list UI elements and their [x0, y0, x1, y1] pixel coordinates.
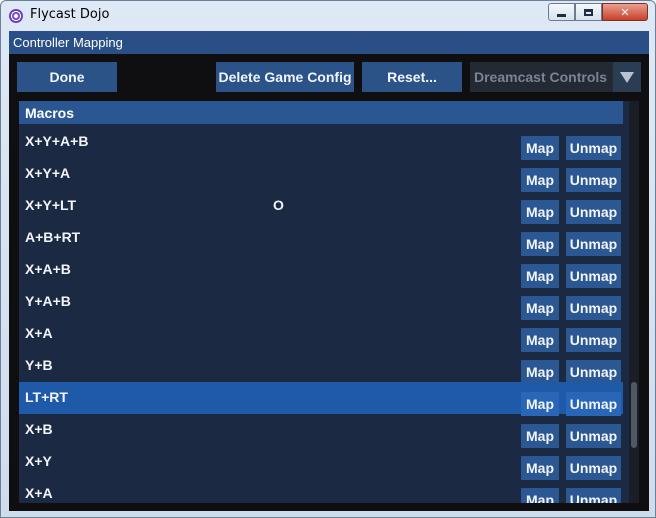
map-button[interactable]: Map	[521, 168, 559, 192]
unmap-button[interactable]: Unmap	[566, 456, 621, 480]
macro-label: X+A	[25, 325, 53, 341]
flycast-logo-icon	[9, 9, 23, 23]
macro-label: X+A	[25, 485, 53, 501]
table-row[interactable]: X+A Map Unmap	[19, 318, 625, 352]
table-row[interactable]: Y+A+B Map Unmap	[19, 286, 625, 320]
unmap-button[interactable]: Unmap	[566, 296, 621, 320]
maximize-button[interactable]	[575, 3, 602, 21]
controls-select-value: Dreamcast Controls	[474, 69, 608, 85]
unmap-button[interactable]: Unmap	[566, 264, 621, 288]
map-button[interactable]: Map	[521, 488, 559, 503]
unmap-button[interactable]: Unmap	[566, 200, 621, 224]
maximize-icon	[584, 8, 593, 16]
unmap-button[interactable]: Unmap	[566, 168, 621, 192]
mapping-list: Macros X+Y+A+B Map Unmap X+Y+A Map Unmap X+Y+L…	[19, 101, 639, 503]
done-button[interactable]: Done	[17, 62, 117, 92]
dialog-header: Controller Mapping	[9, 31, 649, 54]
map-button[interactable]: Map	[521, 232, 559, 256]
close-icon: ✕	[620, 5, 630, 19]
macro-label: X+Y+A	[25, 165, 71, 181]
macro-rows: X+Y+A+B Map Unmap X+Y+A Map Unmap X+Y+LT O Map Un…	[19, 126, 625, 503]
unmap-button[interactable]: Unmap	[566, 136, 621, 160]
table-row[interactable]: Y+B Map Unmap	[19, 350, 625, 384]
table-row[interactable]: X+Y Map Unmap	[19, 446, 625, 480]
table-row[interactable]: LT+RT Map Unmap	[19, 382, 623, 416]
minimize-icon	[557, 13, 566, 17]
map-button[interactable]: Map	[521, 392, 559, 416]
map-button[interactable]: Map	[521, 264, 559, 288]
table-row[interactable]: A+B+RT Map Unmap	[19, 222, 625, 256]
macro-label: X+Y+A+B	[25, 133, 89, 149]
macro-label: Y+A+B	[25, 293, 71, 309]
unmap-button[interactable]: Unmap	[566, 392, 621, 416]
delete-game-config-button[interactable]: Delete Game Config	[216, 62, 354, 92]
map-button[interactable]: Map	[521, 360, 559, 384]
map-button[interactable]: Map	[521, 136, 559, 160]
unmap-button[interactable]: Unmap	[566, 360, 621, 384]
map-button[interactable]: Map	[521, 456, 559, 480]
macro-label: Y+B	[25, 357, 53, 373]
app-window: Flycast Dojo ✕ Controller Mapping Done D…	[0, 0, 656, 518]
macro-label: X+B	[25, 421, 53, 437]
macro-label: LT+RT	[25, 389, 68, 405]
macro-mapped-value: O	[273, 197, 284, 213]
chevron-down-icon	[620, 71, 634, 83]
macro-label: X+Y+LT	[25, 197, 77, 213]
controls-select-arrow[interactable]	[613, 62, 641, 92]
table-row[interactable]: X+A+B Map Unmap	[19, 254, 625, 288]
map-button[interactable]: Map	[521, 200, 559, 224]
table-row[interactable]: X+A Map Unmap	[19, 478, 625, 503]
window-title: Flycast Dojo	[30, 7, 110, 22]
map-button[interactable]: Map	[521, 328, 559, 352]
map-button[interactable]: Map	[521, 424, 559, 448]
close-button[interactable]: ✕	[602, 3, 648, 21]
macro-label: A+B+RT	[25, 229, 81, 245]
unmap-button[interactable]: Unmap	[566, 424, 621, 448]
section-title: Macros	[25, 105, 75, 121]
table-row[interactable]: X+Y+A Map Unmap	[19, 158, 625, 192]
unmap-button[interactable]: Unmap	[566, 328, 621, 352]
dialog-title: Controller Mapping	[13, 35, 123, 50]
client-area: Controller Mapping Done Delete Game Conf…	[9, 31, 649, 511]
controls-select[interactable]: Dreamcast Controls	[470, 62, 641, 92]
title-bar[interactable]: Flycast Dojo ✕	[1, 1, 655, 29]
scrollbar[interactable]	[629, 101, 639, 503]
reset-button[interactable]: Reset...	[362, 62, 462, 92]
unmap-button[interactable]: Unmap	[566, 488, 621, 503]
scrollbar-thumb[interactable]	[631, 382, 637, 448]
section-header-macros: Macros	[19, 101, 623, 124]
macro-label: X+A+B	[25, 261, 71, 277]
table-row[interactable]: X+Y+A+B Map Unmap	[19, 126, 625, 160]
map-button[interactable]: Map	[521, 296, 559, 320]
unmap-button[interactable]: Unmap	[566, 232, 621, 256]
macro-label: X+Y	[25, 453, 52, 469]
minimize-button[interactable]	[548, 3, 575, 21]
table-row[interactable]: X+Y+LT O Map Unmap	[19, 190, 625, 224]
table-row[interactable]: X+B Map Unmap	[19, 414, 625, 448]
